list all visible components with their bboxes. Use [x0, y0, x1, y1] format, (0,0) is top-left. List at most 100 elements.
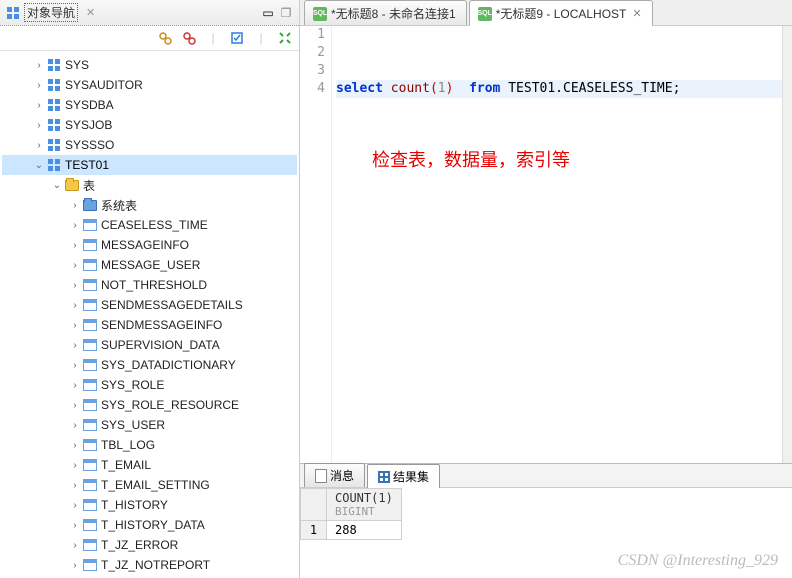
chevron-right-icon[interactable]: › [68, 300, 82, 311]
table-node[interactable]: ›T_JZ_ERROR [2, 535, 297, 555]
schema-icon [46, 137, 62, 153]
object-tree[interactable]: ›SYS ›SYSAUDITOR ›SYSDBA ›SYSJOB ›SYSSSO… [0, 51, 299, 578]
document-icon [315, 469, 327, 483]
code-area[interactable]: select count(1) from TEST01.CEASELESS_TI… [332, 26, 792, 463]
edit-icon[interactable] [229, 30, 245, 46]
schema-icon [46, 97, 62, 113]
table-icon [82, 497, 98, 513]
separator-icon: | [205, 30, 221, 46]
result-row[interactable]: 1288 [301, 521, 402, 540]
close-tab-icon[interactable]: ✕ [86, 6, 95, 19]
annotation-text: 检查表，数据量，索引等 [372, 146, 570, 172]
table-node[interactable]: ›SYS_USER [2, 415, 297, 435]
link-icon[interactable] [157, 30, 173, 46]
table-icon [82, 557, 98, 573]
chevron-right-icon[interactable]: › [68, 520, 82, 531]
sql-editor[interactable]: 1 2 3 4 select count(1) from TEST01.CEAS… [300, 26, 792, 463]
table-icon [82, 237, 98, 253]
panel-title: 对象导航 [24, 3, 78, 22]
chevron-right-icon[interactable]: › [68, 380, 82, 391]
table-node[interactable]: ›CEASELESS_TIME [2, 215, 297, 235]
chevron-right-icon[interactable]: › [68, 220, 82, 231]
restore-icon[interactable]: ❐ [279, 6, 293, 20]
table-node[interactable]: ›T_HISTORY_DATA [2, 515, 297, 535]
schema-icon [46, 117, 62, 133]
chevron-right-icon[interactable]: › [68, 400, 82, 411]
expand-icon[interactable] [277, 30, 293, 46]
chevron-right-icon[interactable]: › [68, 320, 82, 331]
table-node[interactable]: ›T_EMAIL [2, 455, 297, 475]
table-icon [82, 317, 98, 333]
table-node[interactable]: ›MESSAGE_USER [2, 255, 297, 275]
table-icon [82, 417, 98, 433]
chevron-right-icon[interactable]: › [68, 420, 82, 431]
schema-node-active[interactable]: ⌄TEST01 [2, 155, 297, 175]
table-icon [82, 517, 98, 533]
nav-icon [6, 6, 20, 20]
chevron-right-icon[interactable]: › [68, 560, 82, 571]
chevron-right-icon[interactable]: › [68, 260, 82, 271]
table-node[interactable]: ›SYS_ROLE_RESOURCE [2, 395, 297, 415]
tables-group[interactable]: ⌄表 [2, 175, 297, 195]
table-node[interactable]: ›MESSAGEINFO [2, 235, 297, 255]
folder-icon [82, 197, 98, 213]
chevron-right-icon[interactable]: › [68, 460, 82, 471]
line-gutter: 1 2 3 4 [300, 26, 332, 463]
chevron-right-icon[interactable]: › [68, 240, 82, 251]
editor-tab[interactable]: SQL*无标题8 - 未命名连接1 [304, 0, 467, 25]
chevron-right-icon[interactable]: › [68, 360, 82, 371]
schema-node[interactable]: ›SYS [2, 55, 297, 75]
chevron-right-icon[interactable]: › [32, 120, 46, 131]
table-node[interactable]: ›TBL_LOG [2, 435, 297, 455]
editor-tab-active[interactable]: SQL*无标题9 - LOCALHOST✕ [469, 0, 653, 26]
table-node[interactable]: ›SYS_ROLE [2, 375, 297, 395]
chevron-right-icon[interactable]: › [68, 540, 82, 551]
table-icon [82, 397, 98, 413]
table-icon [82, 477, 98, 493]
schema-icon [46, 77, 62, 93]
table-icon [82, 217, 98, 233]
editor-tabs: SQL*无标题8 - 未命名连接1 SQL*无标题9 - LOCALHOST✕ [300, 0, 792, 26]
chevron-right-icon[interactable]: › [68, 280, 82, 291]
result-tabs: 消息 结果集 [300, 464, 792, 488]
table-icon [82, 277, 98, 293]
minimize-icon[interactable]: ▭ [261, 6, 275, 20]
chevron-down-icon[interactable]: ⌄ [32, 160, 46, 171]
chevron-right-icon[interactable]: › [32, 60, 46, 71]
table-node[interactable]: ›SUPERVISION_DATA [2, 335, 297, 355]
column-header[interactable]: COUNT(1)BIGINT [327, 489, 402, 521]
table-node[interactable]: ›T_EMAIL_SETTING [2, 475, 297, 495]
table-node[interactable]: ›NOT_THRESHOLD [2, 275, 297, 295]
navigator-toolbar: | | [0, 26, 299, 51]
link2-icon[interactable] [181, 30, 197, 46]
table-node[interactable]: ›SYS_DATADICTIONARY [2, 355, 297, 375]
chevron-right-icon[interactable]: › [68, 500, 82, 511]
table-icon [82, 437, 98, 453]
chevron-right-icon[interactable]: › [68, 200, 82, 211]
result-grid[interactable]: COUNT(1)BIGINT 1288 [300, 488, 792, 578]
chevron-right-icon[interactable]: › [68, 440, 82, 451]
chevron-right-icon[interactable]: › [68, 480, 82, 491]
scrollbar[interactable] [782, 26, 792, 463]
chevron-right-icon[interactable]: › [68, 340, 82, 351]
chevron-right-icon[interactable]: › [32, 140, 46, 151]
schema-node[interactable]: ›SYSSSO [2, 135, 297, 155]
resultset-tab[interactable]: 结果集 [367, 464, 440, 488]
chevron-right-icon[interactable]: › [32, 80, 46, 91]
chevron-down-icon[interactable]: ⌄ [50, 180, 64, 191]
system-tables-group[interactable]: ›系统表 [2, 195, 297, 215]
schema-node[interactable]: ›SYSJOB [2, 115, 297, 135]
schema-icon [46, 157, 62, 173]
table-node[interactable]: ›T_HISTORY [2, 495, 297, 515]
schema-node[interactable]: ›SYSAUDITOR [2, 75, 297, 95]
sql-icon: SQL [478, 7, 492, 21]
table-node[interactable]: ›SENDMESSAGEDETAILS [2, 295, 297, 315]
table-node[interactable]: ›SENDMESSAGEINFO [2, 315, 297, 335]
close-icon[interactable]: ✕ [632, 7, 641, 20]
chevron-right-icon[interactable]: › [32, 100, 46, 111]
messages-tab[interactable]: 消息 [304, 463, 365, 487]
schema-icon [46, 57, 62, 73]
grid-icon [378, 471, 390, 483]
schema-node[interactable]: ›SYSDBA [2, 95, 297, 115]
table-node[interactable]: ›T_JZ_NOTREPORT [2, 555, 297, 575]
